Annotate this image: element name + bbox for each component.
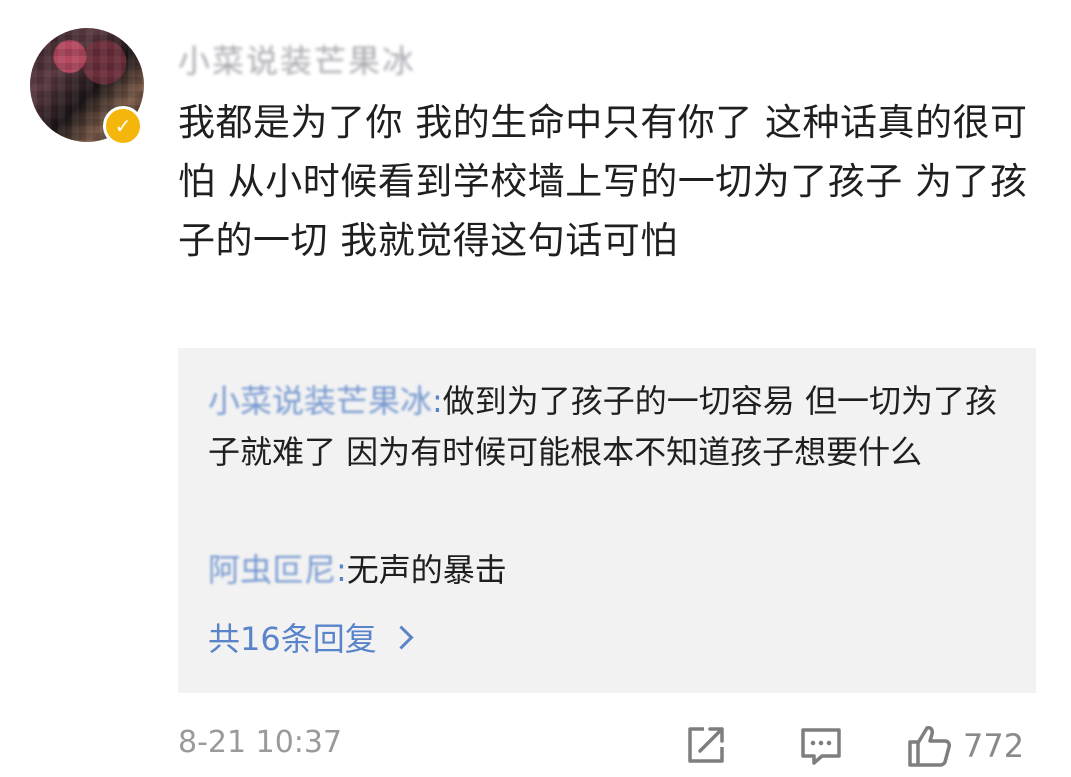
reply-separator: : xyxy=(432,382,443,420)
comment-timestamp: 8-21 10:37 xyxy=(178,725,343,760)
like-count: 772 xyxy=(963,727,1025,765)
chevron-right-icon xyxy=(389,624,414,650)
like-button[interactable]: 772 xyxy=(905,723,1024,769)
comment-icon xyxy=(801,728,841,765)
comment-button[interactable] xyxy=(798,723,844,769)
share-button[interactable] xyxy=(684,723,728,767)
reply-item[interactable]: 小菜说装芒果冰:做到为了孩子的一切容易 但一切为了孩子就难了 因为有时候可能根本… xyxy=(208,376,1008,478)
reply-item[interactable]: 阿虫叵尼:无声的暴击 xyxy=(208,545,1008,596)
reply-username[interactable]: 小菜说装芒果冰 xyxy=(208,382,432,420)
reply-separator: : xyxy=(336,551,347,589)
comment-username[interactable]: 小菜说装芒果冰 xyxy=(178,36,416,82)
more-replies-label: 共16条回复 xyxy=(208,620,377,658)
more-replies-link[interactable]: 共16条回复 xyxy=(208,614,414,660)
comment-footer: 8-21 10:37 772 xyxy=(0,715,1071,775)
thumbs-up-icon xyxy=(908,726,951,767)
comment-text: 我都是为了你 我的生命中只有你了 这种话真的很可怕 从小时候看到学校墙上写的一切… xyxy=(178,101,1028,262)
vip-badge-icon: ✓ xyxy=(103,106,143,146)
reply-box[interactable]: 小菜说装芒果冰:做到为了孩子的一切容易 但一切为了孩子就难了 因为有时候可能根本… xyxy=(178,348,1036,693)
share-icon xyxy=(688,727,724,763)
reply-username[interactable]: 阿虫叵尼 xyxy=(208,551,336,589)
reply-text: 无声的暴击 xyxy=(346,551,507,589)
